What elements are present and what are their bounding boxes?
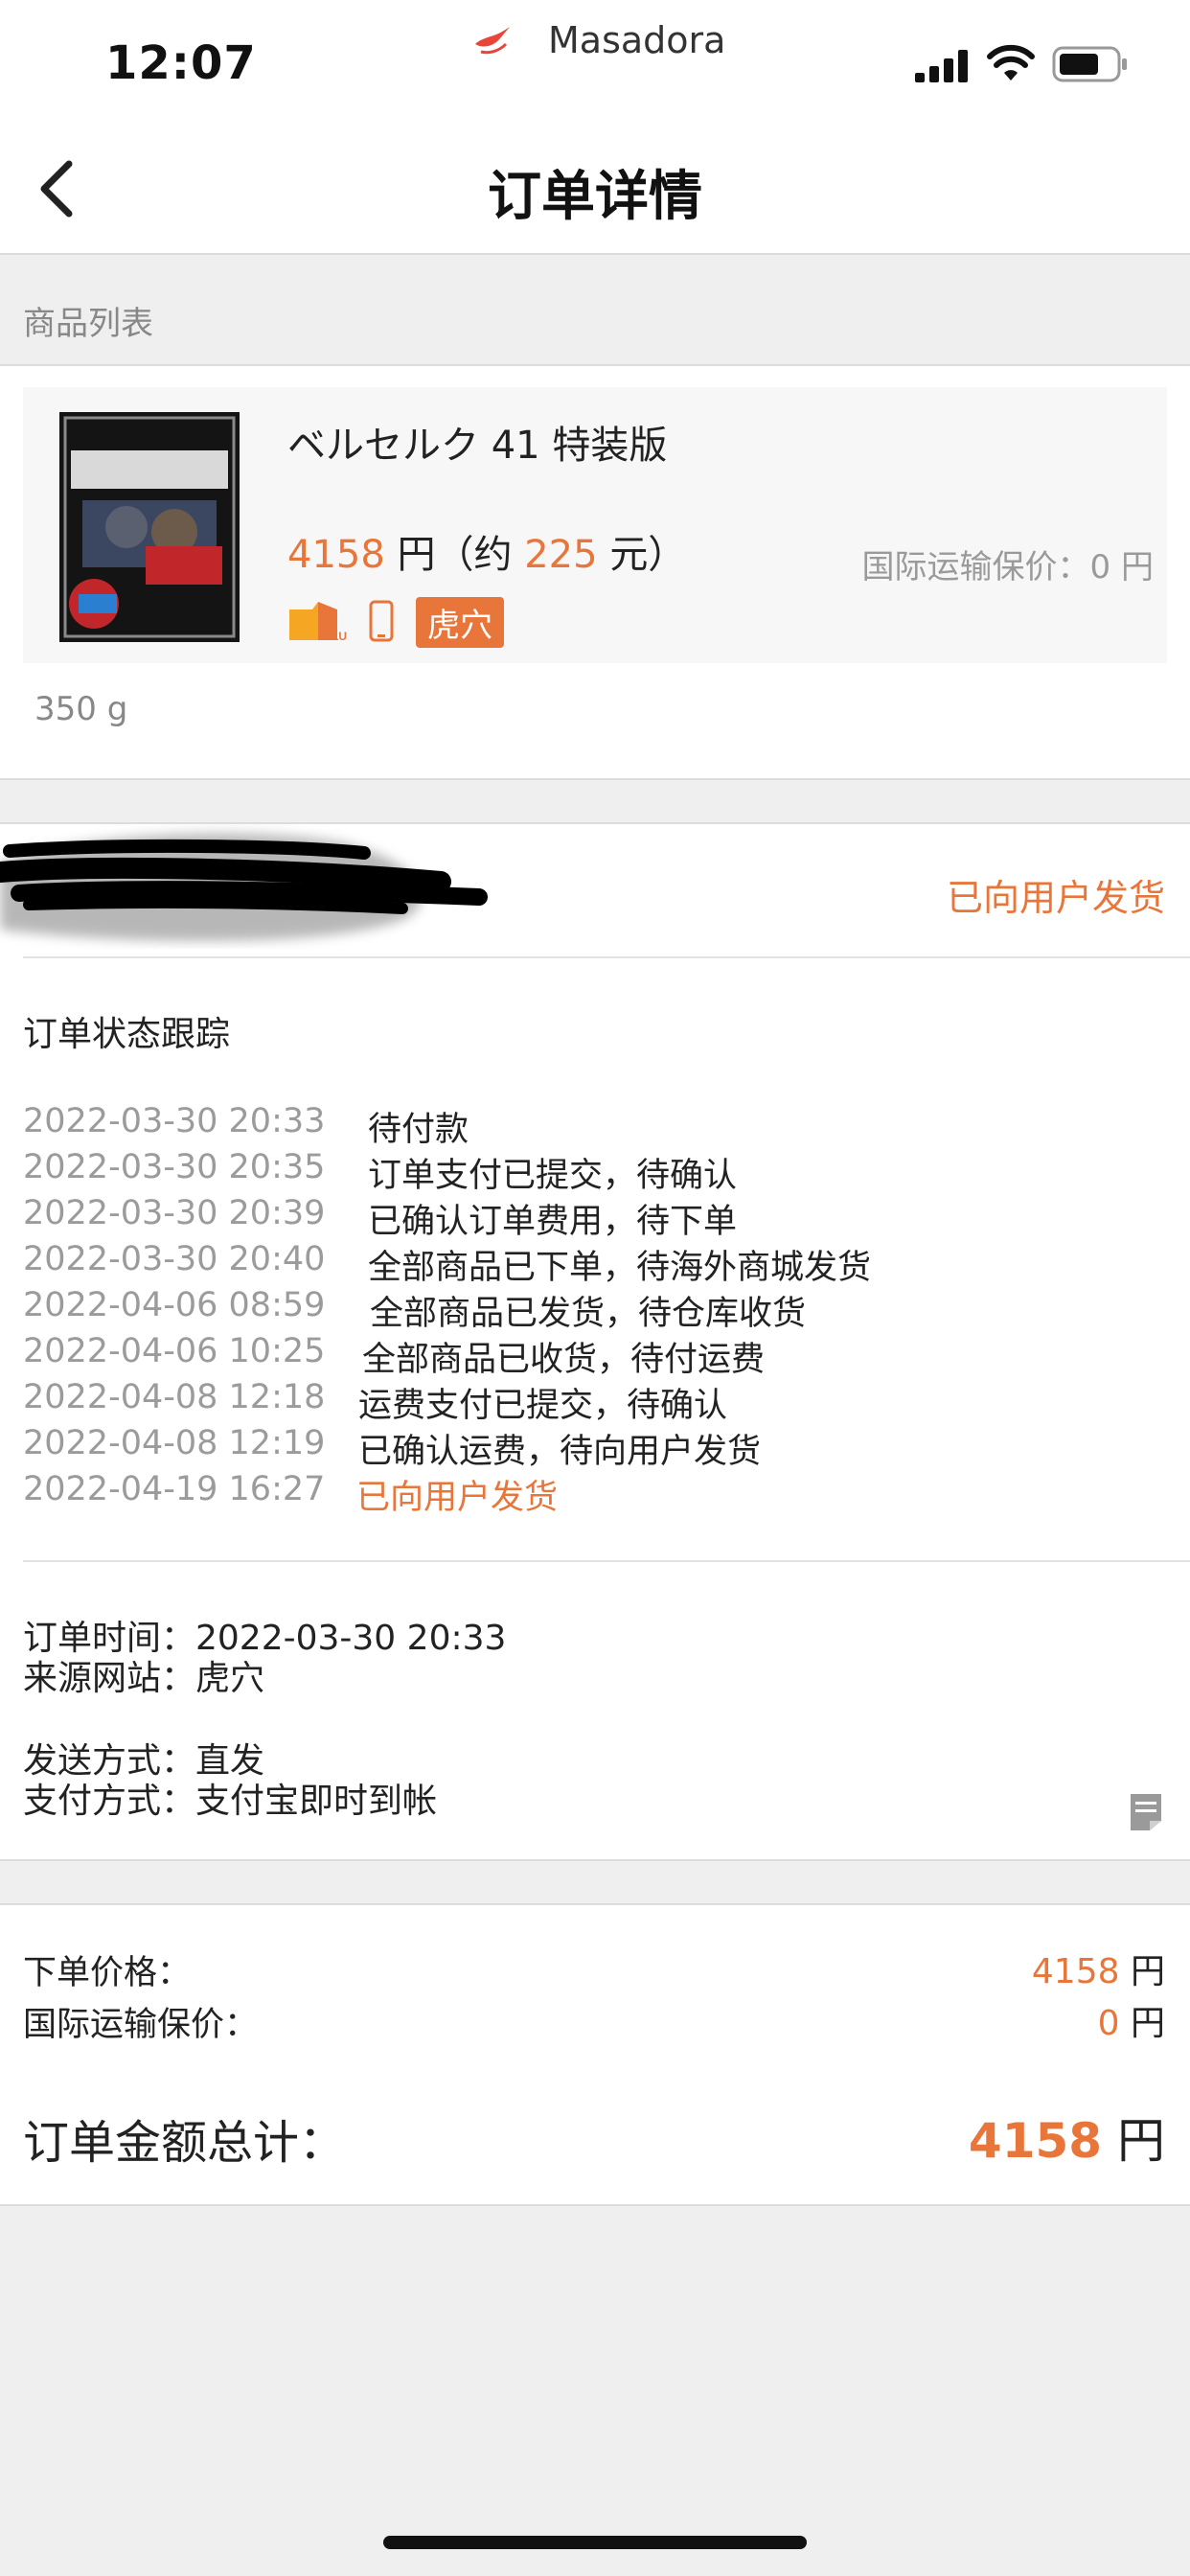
currency-unit: 円 [1130,2004,1165,2043]
status-time: 12:07 [105,36,257,90]
divider [23,1560,1190,1562]
timeline-text: 已向用户发货 [356,1479,559,1517]
product-cover-image[interactable] [59,412,240,642]
carrier-name: Masadora [548,19,726,61]
total-label: 订单金额总计： [23,2116,346,2170]
timeline-text: 已确认运费，待向用户发货 [358,1433,762,1471]
insurance-price: 0 円 [1098,1995,1165,2045]
mobile-icon [369,600,394,642]
total-price: 4158 円 [969,2103,1165,2172]
order-status-badge: 已向用户发货 [946,877,1165,919]
source-badge: 虎穴 [416,596,504,648]
insurance-label: 国际运输保价： [23,2006,259,2044]
tracking-title: 订单状态跟踪 [23,1015,231,1054]
home-indicator[interactable] [383,2536,807,2549]
timeline-date: 2022-04-08 12:19 [23,1424,326,1462]
timeline-text: 待付款 [368,1111,469,1149]
order-price-label: 下单价格： [23,1954,192,1992]
status-bar: 12:07 Masadora [0,0,1190,125]
timeline-text: 全部商品已下单，待海外商城发货 [368,1249,872,1287]
product-tags: PLUS 虎穴 [287,596,504,648]
product-card[interactable]: ベルセルク 41 特装版 4158 円（约 225 元） 国际运输保价：0 円 … [23,387,1167,663]
product-list-label: 商品列表 [23,305,153,343]
timeline-text: 已确认订单费用，待下单 [368,1203,738,1241]
source-site: 来源网站：虎穴 [23,1659,265,1698]
timeline-date: 2022-04-08 12:18 [23,1378,326,1416]
plus-service-icon: PLUS [289,602,347,643]
timeline-text: 运费支付已提交，待确认 [358,1387,728,1425]
divider [23,956,1190,958]
price-yen-unit: 円（约 [397,533,513,577]
cover-art [59,412,240,642]
timeline-date: 2022-03-30 20:35 [23,1148,326,1186]
timeline-date: 2022-03-30 20:33 [23,1102,326,1140]
product-weight: 350 g [34,690,128,728]
masadora-logo-icon [475,27,510,55]
shipping-insurance: 国际运输保价：0 円 [861,548,1154,586]
timeline-date: 2022-03-30 20:40 [23,1240,326,1278]
payment-method: 支付方式：支付宝即时到帐 [23,1782,438,1821]
timeline-text: 全部商品已收货，待付运费 [362,1341,766,1379]
timeline-date: 2022-04-06 08:59 [23,1286,326,1324]
product-section: ベルセルク 41 特装版 4158 円（约 225 元） 国际运输保价：0 円 … [0,364,1190,780]
order-price-value: 4158 [1031,1952,1120,1991]
page-title: 订单详情 [488,166,702,228]
price-cny-unit: 元） [609,533,687,577]
note-icon[interactable] [1129,1792,1163,1832]
order-status-section: 已向用户发货 订单状态跟踪 2022-03-30 20:33 待付款 2022-… [0,822,1190,1861]
product-price: 4158 円（约 225 元） [287,523,686,579]
order-price: 4158 円 [1032,1944,1165,1993]
svg-text:PLUS: PLUS [324,630,347,643]
currency-unit: 円 [1130,1952,1165,1991]
redacted-scribble [0,833,488,941]
insurance-value: 0 [1097,2004,1120,2043]
total-value: 4158 [968,2113,1103,2169]
cellular-signal-icon [915,50,968,82]
currency-unit: 円 [1117,2113,1165,2169]
price-yen: 4158 [287,533,385,577]
wifi-icon [987,44,1035,80]
battery-icon [1052,46,1127,82]
price-summary: 下单价格： 4158 円 国际运输保价： 0 円 订单金额总计： 4158 円 [0,1903,1190,2206]
timeline-text: 订单支付已提交，待确认 [368,1157,738,1195]
nav-bar: 订单详情 [0,125,1190,255]
timeline-text: 全部商品已发货，待仓库收货 [370,1295,807,1333]
price-cny: 225 [524,533,598,577]
timeline-date: 2022-04-06 10:25 [23,1332,326,1370]
timeline-date: 2022-03-30 20:39 [23,1194,326,1232]
timeline-date: 2022-04-19 16:27 [23,1470,326,1508]
product-name: ベルセルク 41 特装版 [287,424,668,468]
